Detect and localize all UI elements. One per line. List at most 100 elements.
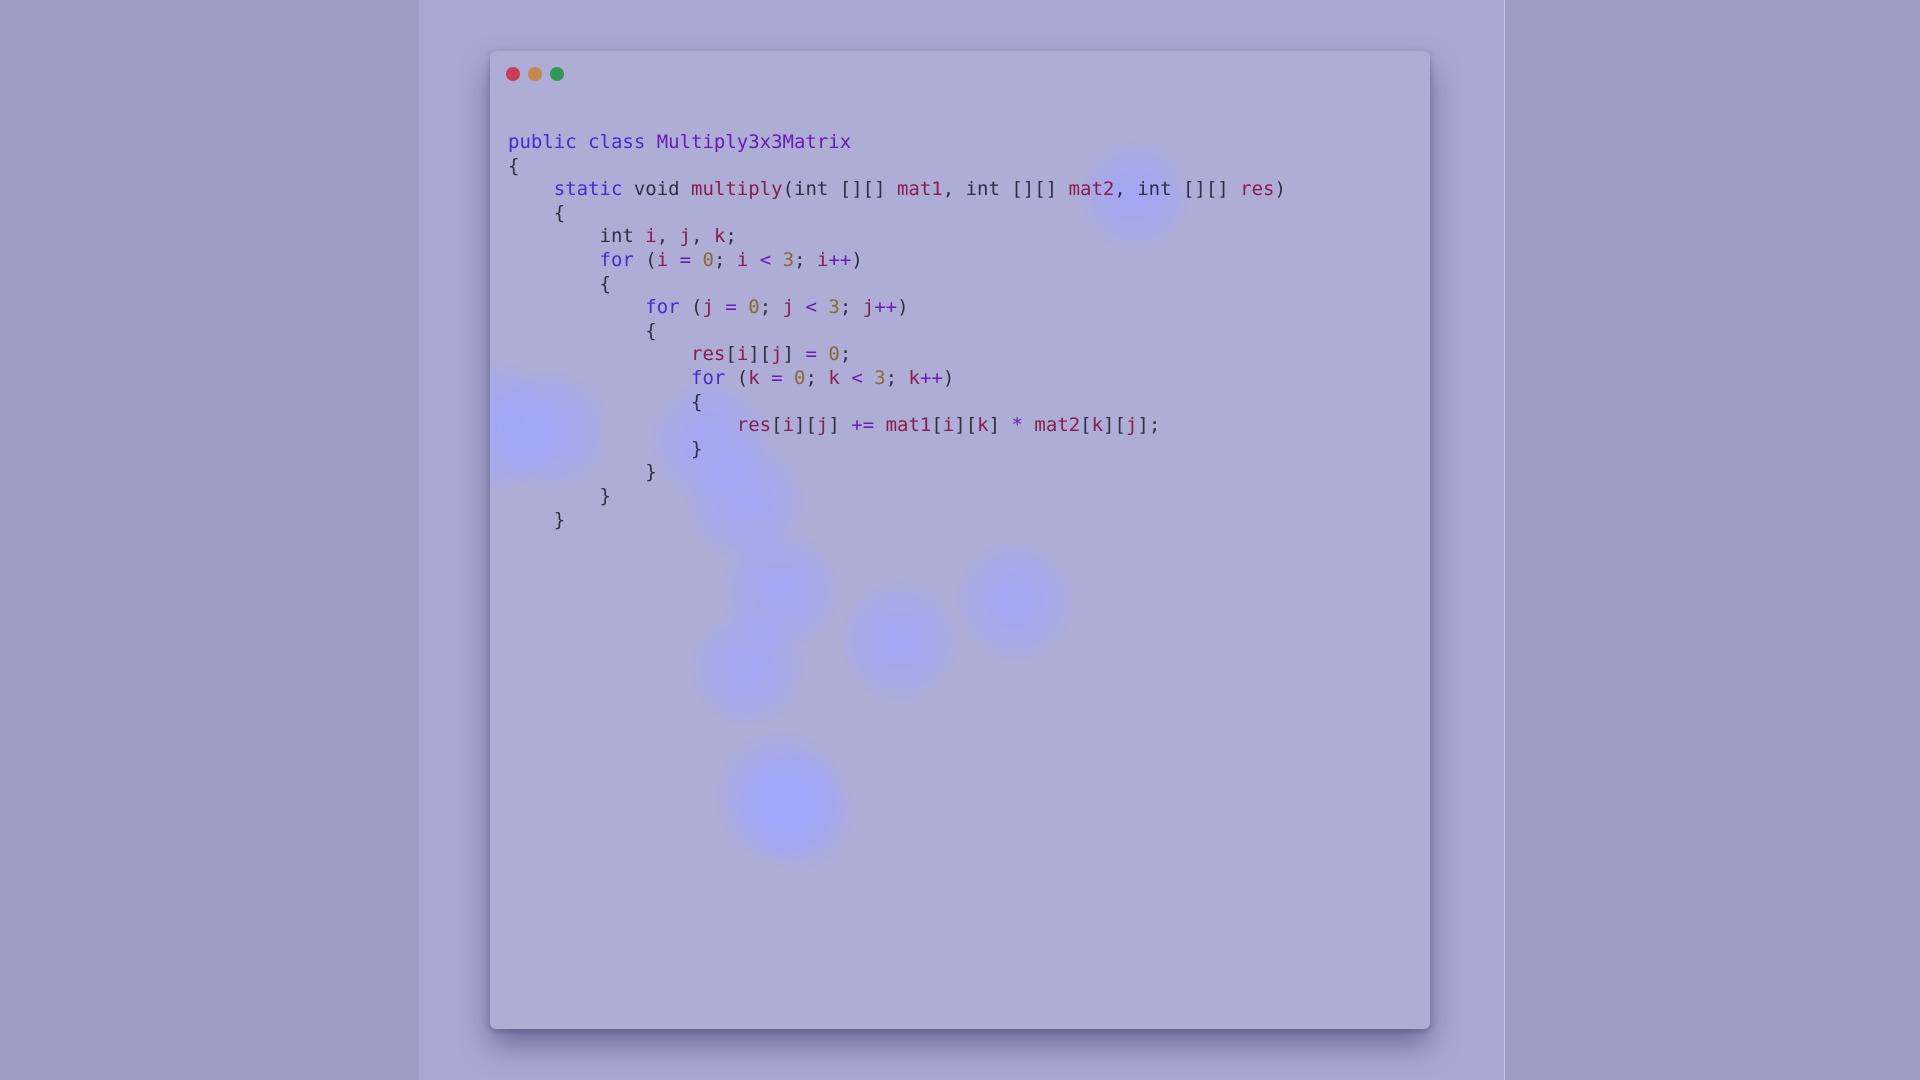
- code-token: {: [508, 390, 703, 413]
- code-line: res[i][j] += mat1[i][k] * mat2[k][j];: [508, 414, 1286, 438]
- code-token: k: [908, 366, 920, 389]
- code-token: void: [622, 178, 692, 201]
- bokeh-light: [955, 541, 1075, 661]
- code-token: [: [725, 343, 737, 366]
- code-token: 3: [874, 366, 886, 389]
- code-token: ][: [954, 414, 978, 437]
- code-token: ]: [782, 343, 795, 366]
- code-token: ]: [988, 414, 1001, 437]
- code-token: i: [816, 248, 829, 271]
- code-token: =: [759, 366, 795, 389]
- code-token: ][: [748, 343, 772, 366]
- code-token: i: [782, 414, 795, 437]
- code-token: }: [508, 484, 611, 507]
- code-token: ++: [919, 366, 943, 389]
- code-block: public class Multiply3x3Matrix{ static v…: [508, 131, 1286, 532]
- code-token: Multiply3x3Matrix: [656, 131, 852, 153]
- bokeh-light: [720, 531, 840, 651]
- code-token: (: [725, 366, 749, 389]
- code-line: {: [508, 273, 1286, 297]
- code-token: k: [977, 414, 989, 437]
- code-token: ): [897, 296, 909, 319]
- bokeh-light: [690, 611, 805, 726]
- code-token: mat1: [885, 414, 932, 437]
- code-token: }: [508, 437, 703, 460]
- code-token: [: [931, 414, 943, 437]
- code-token: res: [691, 343, 726, 366]
- code-token: }: [508, 508, 566, 531]
- code-token: j: [862, 296, 875, 319]
- code-token: j: [679, 225, 692, 248]
- code-token: , int [][]: [1114, 178, 1241, 201]
- code-token: *: [1000, 414, 1035, 437]
- code-token: =: [713, 296, 749, 319]
- code-token: i: [736, 343, 749, 366]
- code-token: <: [794, 296, 829, 319]
- code-token: ++: [828, 248, 852, 271]
- code-token: k: [828, 366, 840, 389]
- code-token: ,: [691, 225, 714, 248]
- code-token: ): [942, 366, 955, 389]
- code-token: for: [599, 248, 634, 271]
- code-token: (: [633, 248, 657, 271]
- close-button[interactable]: [506, 67, 520, 81]
- code-line: public class Multiply3x3Matrix: [508, 131, 1286, 155]
- code-token: k: [748, 366, 760, 389]
- code-token: (int [][]: [782, 178, 897, 201]
- code-line: }: [508, 438, 1286, 462]
- code-token: mat2: [1034, 414, 1081, 437]
- code-token: for: [691, 366, 726, 389]
- code-line: res[i][j] = 0;: [508, 343, 1286, 367]
- code-token: ;: [725, 225, 737, 248]
- code-token: ): [851, 248, 863, 271]
- code-window: public class Multiply3x3Matrix{ static v…: [490, 51, 1430, 1029]
- code-token: 0: [828, 343, 840, 366]
- code-token: for: [645, 296, 680, 319]
- code-token: res: [736, 414, 772, 437]
- code-token: {: [508, 154, 520, 177]
- code-token: i: [736, 248, 749, 271]
- code-token: j: [816, 414, 829, 437]
- code-line: for (k = 0; k < 3; k++): [508, 367, 1286, 391]
- code-token: k: [713, 225, 726, 248]
- code-token: ];: [1137, 414, 1161, 437]
- code-token: k: [1091, 414, 1104, 437]
- code-token: ): [1274, 178, 1286, 201]
- code-token: ;: [759, 296, 783, 319]
- code-token: ;: [713, 248, 737, 271]
- code-token: }: [508, 461, 657, 484]
- code-token: static: [553, 178, 623, 201]
- code-token: ][: [1103, 414, 1126, 437]
- code-token: {: [508, 272, 611, 295]
- code-token: ;: [794, 248, 817, 271]
- code-line: for (i = 0; i < 3; i++): [508, 249, 1286, 273]
- code-token: ;: [885, 366, 909, 389]
- bokeh-light: [715, 731, 845, 861]
- code-token: 3: [828, 296, 840, 319]
- code-token: {: [508, 319, 657, 342]
- code-token: ;: [839, 296, 863, 319]
- code-line: for (j = 0; j < 3; j++): [508, 296, 1286, 320]
- code-token: [: [771, 414, 783, 437]
- code-token: (: [679, 296, 703, 319]
- code-line: {: [508, 155, 1286, 179]
- code-token: mat1: [896, 178, 943, 201]
- code-token: 0: [748, 296, 760, 319]
- minimize-button[interactable]: [528, 67, 542, 81]
- code-token: res: [1240, 178, 1275, 201]
- code-token: , int [][]: [942, 178, 1069, 201]
- code-token: j: [702, 296, 714, 319]
- maximize-button[interactable]: [550, 67, 564, 81]
- code-token: <: [839, 366, 875, 389]
- code-line: {: [508, 391, 1286, 415]
- code-token: ]: [828, 414, 840, 437]
- code-line: }: [508, 509, 1286, 533]
- code-token: i: [645, 225, 657, 248]
- code-token: =: [668, 248, 703, 271]
- code-token: =: [794, 343, 829, 366]
